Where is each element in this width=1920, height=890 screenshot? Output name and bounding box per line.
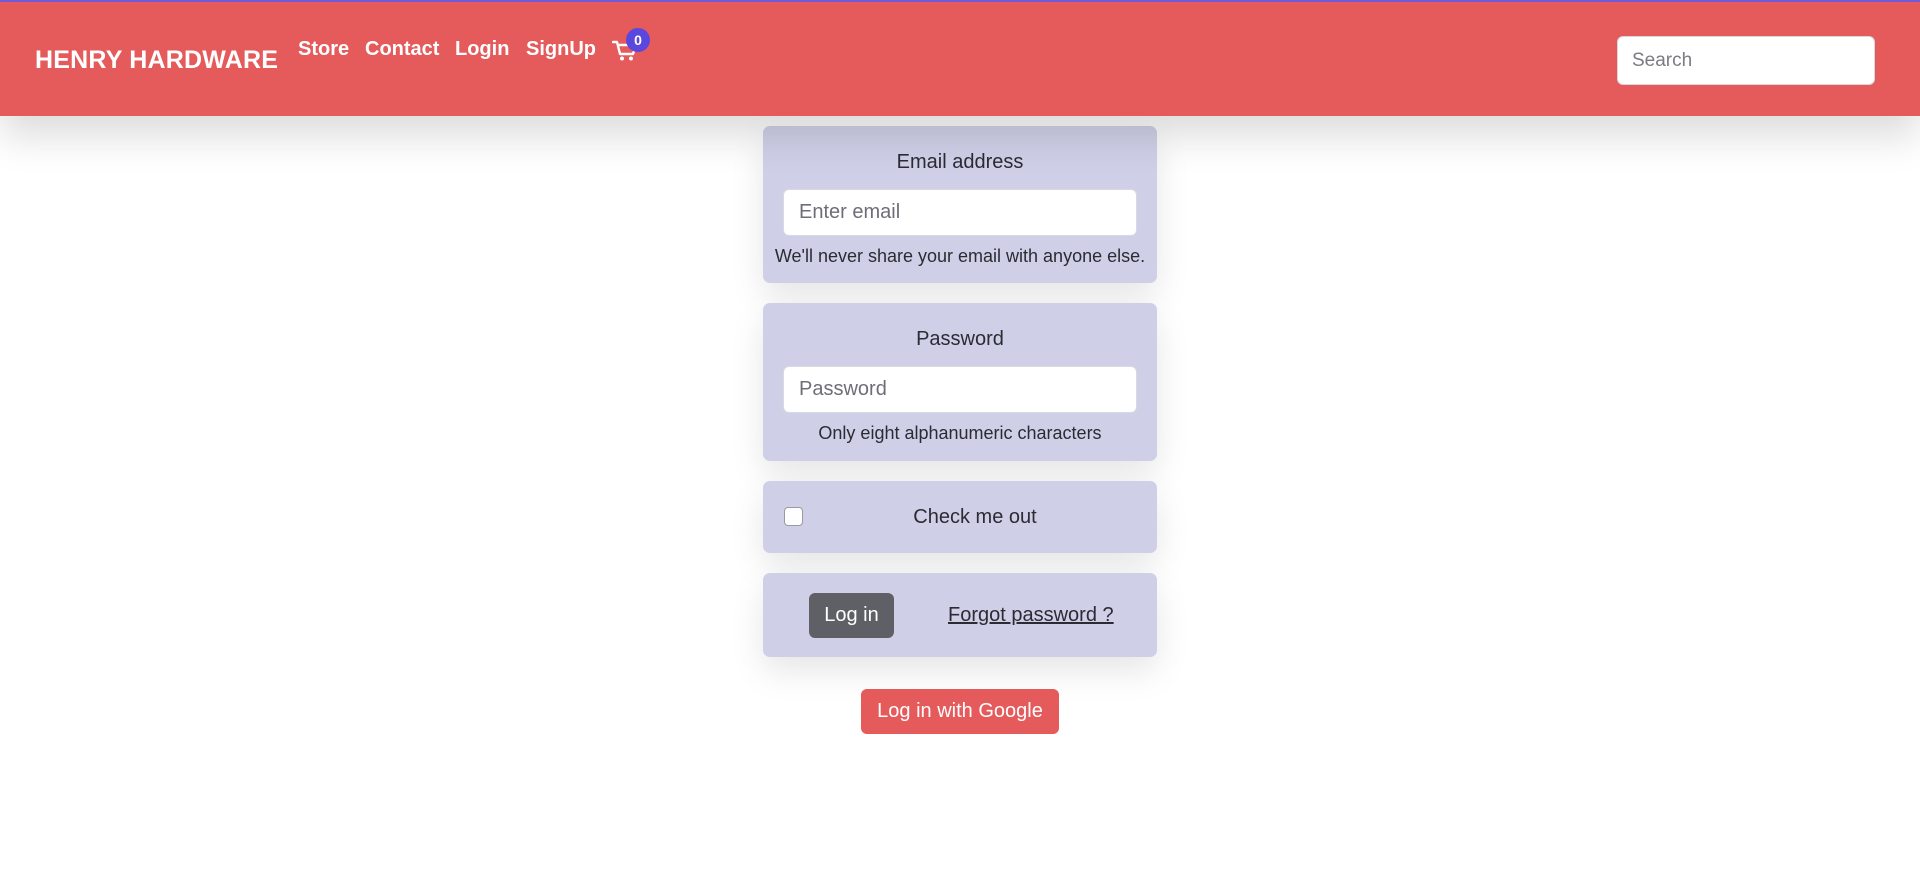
search-input[interactable] [1617, 36, 1875, 85]
top-navbar: HENRY HARDWARE Store Contact Login SignU… [0, 0, 1920, 116]
password-card: Password Only eight alphanumeric charact… [763, 303, 1157, 461]
nav-link-store[interactable]: Store [298, 38, 349, 61]
cart-count-badge: 0 [626, 28, 650, 52]
password-label: Password [916, 328, 1004, 350]
nav-link-contact[interactable]: Contact [365, 38, 439, 61]
email-field[interactable] [783, 189, 1137, 236]
remember-label[interactable]: Check me out [763, 506, 1157, 529]
cart-button[interactable]: 0 [612, 28, 650, 66]
email-label: Email address [896, 151, 1024, 173]
login-button[interactable]: Log in [809, 593, 894, 638]
nav-link-signup[interactable]: SignUp [526, 38, 596, 61]
forgot-password-link[interactable]: Forgot password ? [948, 604, 1114, 627]
google-login-button[interactable]: Log in with Google [861, 689, 1059, 734]
email-help-text: We'll never share your email with anyone… [774, 246, 1146, 266]
actions-card: Log in Forgot password ? [763, 573, 1157, 657]
nav-link-login[interactable]: Login [455, 38, 509, 61]
remember-card: Check me out [763, 481, 1157, 553]
password-field[interactable] [783, 366, 1137, 413]
password-help-text: Only eight alphanumeric characters [818, 423, 1102, 443]
email-card: Email address We'll never share your ema… [763, 126, 1157, 283]
brand-logo[interactable]: HENRY HARDWARE [35, 46, 278, 75]
